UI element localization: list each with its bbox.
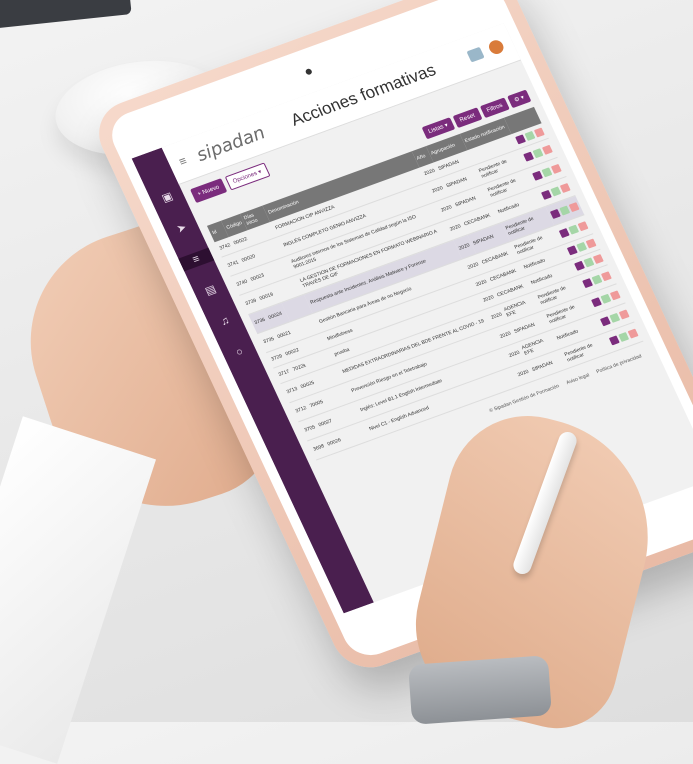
edit-icon[interactable] bbox=[583, 257, 595, 268]
reset-button[interactable]: Reset bbox=[452, 107, 483, 129]
row-menu-button[interactable] bbox=[558, 228, 570, 239]
row-menu-button[interactable] bbox=[591, 297, 602, 308]
row-actions bbox=[549, 202, 580, 219]
camera-icon bbox=[304, 67, 313, 76]
row-actions bbox=[532, 163, 562, 181]
edit-icon[interactable] bbox=[532, 148, 544, 159]
row-menu-button[interactable] bbox=[566, 245, 578, 256]
row-menu-button[interactable] bbox=[582, 278, 594, 289]
row-actions bbox=[599, 309, 630, 327]
delete-icon[interactable] bbox=[609, 290, 621, 301]
delete-icon[interactable] bbox=[550, 163, 562, 174]
edit-icon[interactable] bbox=[576, 241, 588, 252]
delete-icon[interactable] bbox=[600, 271, 612, 282]
delete-icon[interactable] bbox=[559, 183, 571, 194]
edit-icon[interactable] bbox=[600, 293, 612, 304]
gift-icon[interactable] bbox=[466, 46, 485, 63]
home-icon[interactable]: ▣ bbox=[158, 189, 177, 207]
edit-icon[interactable] bbox=[559, 205, 571, 216]
footer-legal-link[interactable]: Aviso legal bbox=[565, 372, 590, 386]
send-icon[interactable]: ➤ bbox=[172, 220, 191, 238]
edit-icon[interactable] bbox=[550, 186, 562, 197]
edit-icon[interactable] bbox=[618, 332, 630, 343]
row-menu-button[interactable] bbox=[574, 260, 585, 271]
delete-icon[interactable] bbox=[541, 144, 553, 155]
row-menu-button[interactable] bbox=[515, 134, 526, 145]
delete-icon[interactable] bbox=[627, 328, 639, 339]
delete-icon[interactable] bbox=[568, 202, 580, 213]
edit-icon[interactable] bbox=[541, 167, 553, 178]
row-actions bbox=[523, 144, 553, 162]
row-actions bbox=[591, 290, 621, 308]
row-menu-button[interactable] bbox=[523, 151, 535, 162]
edit-icon[interactable] bbox=[568, 224, 580, 235]
edit-icon[interactable] bbox=[524, 130, 536, 141]
row-menu-button[interactable] bbox=[532, 170, 543, 181]
smartwatch bbox=[408, 655, 552, 725]
filters-button[interactable]: Filtros bbox=[479, 97, 510, 119]
edit-icon[interactable] bbox=[591, 274, 603, 285]
footer-privacy-link[interactable]: Política de privacidad bbox=[595, 353, 642, 375]
row-actions bbox=[540, 183, 571, 200]
keyboard-edge bbox=[0, 0, 132, 30]
row-actions bbox=[582, 271, 612, 289]
delete-icon[interactable] bbox=[585, 238, 597, 249]
delete-icon[interactable] bbox=[533, 127, 545, 138]
top-right-controls bbox=[466, 38, 506, 63]
headset-icon[interactable]: ♫ bbox=[216, 313, 235, 331]
row-menu-button[interactable] bbox=[608, 335, 620, 346]
user-avatar-icon[interactable] bbox=[486, 38, 506, 56]
row-menu-button[interactable] bbox=[540, 189, 552, 200]
row-actions bbox=[558, 221, 589, 239]
delete-icon[interactable] bbox=[577, 221, 589, 232]
row-actions bbox=[608, 328, 639, 346]
graduation-icon[interactable]: ≡ bbox=[178, 247, 215, 272]
delete-icon[interactable] bbox=[592, 253, 604, 265]
sleeve bbox=[0, 416, 157, 764]
delete-icon[interactable] bbox=[618, 309, 630, 320]
row-menu-button[interactable] bbox=[549, 208, 561, 219]
edit-icon[interactable] bbox=[609, 312, 621, 323]
row-menu-button[interactable] bbox=[599, 316, 611, 327]
chat-icon[interactable]: ○ bbox=[230, 344, 249, 362]
book-icon[interactable]: ▤ bbox=[201, 282, 220, 300]
settings-button[interactable]: ⚙ ▾ bbox=[507, 89, 532, 109]
hamburger-icon[interactable]: ≡ bbox=[177, 154, 190, 169]
